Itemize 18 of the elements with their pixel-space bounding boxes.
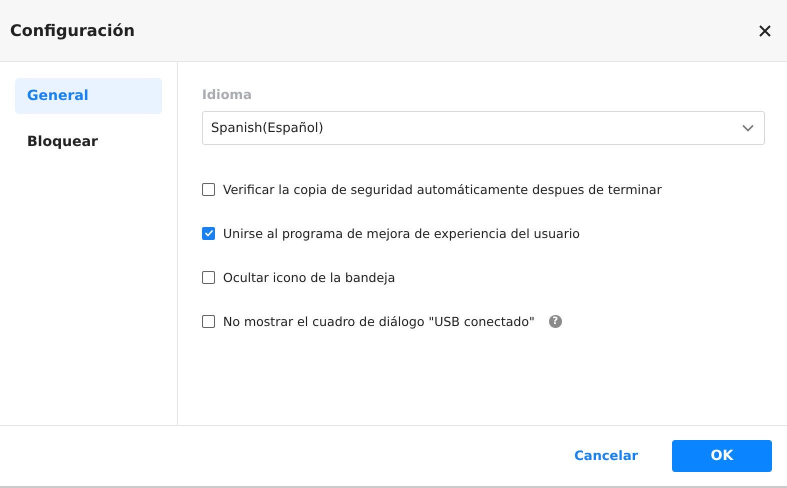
close-icon[interactable] [759, 24, 771, 36]
option-label: No mostrar el cuadro de diálogo "USB conectado" [223, 314, 535, 328]
checkbox[interactable] [202, 182, 215, 196]
chevron-icon [742, 124, 754, 132]
checkbox[interactable] [202, 314, 215, 328]
sidebar-item[interactable]: Bloquear [15, 124, 162, 160]
option-label: Ocultar icono de la bandeja [223, 270, 396, 284]
checkbox[interactable] [202, 226, 215, 240]
help-icon[interactable]: ? [548, 314, 562, 328]
checkbox[interactable] [202, 270, 215, 284]
ok-button[interactable]: OK [672, 440, 772, 472]
option-label: Unirse al programa de mejora de experiencia del usuario [223, 226, 580, 240]
sidebar-item[interactable]: General [15, 78, 162, 114]
language-dropdown[interactable]: Spanish(Español) [202, 111, 765, 145]
field-label: Idioma [202, 88, 253, 103]
option-label: Verificar la copia de seguridad automáticamente despues de terminar [223, 182, 662, 196]
cancel-button[interactable]: Cancelar [568, 448, 644, 464]
window-title: Configuración [10, 21, 135, 40]
